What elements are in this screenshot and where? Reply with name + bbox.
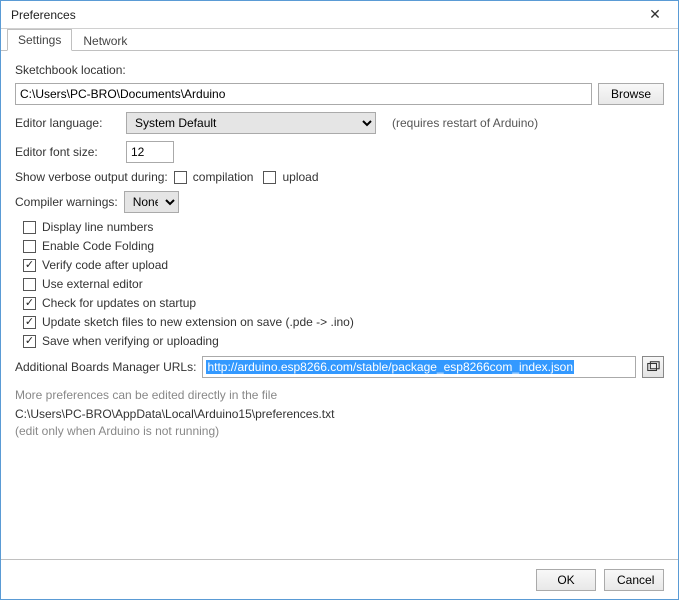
check-updates-label: Check for updates on startup <box>42 296 196 310</box>
window-icon <box>646 360 660 374</box>
language-note: (requires restart of Arduino) <box>392 116 538 130</box>
expand-urls-button[interactable] <box>642 356 664 378</box>
footer: OK Cancel <box>1 559 678 599</box>
warnings-label: Compiler warnings: <box>15 195 118 209</box>
save-verify-label: Save when verifying or uploading <box>42 334 219 348</box>
code-folding-label: Enable Code Folding <box>42 239 154 253</box>
update-ext-label: Update sketch files to new extension on … <box>42 315 354 329</box>
line-numbers-label: Display line numbers <box>42 220 153 234</box>
content: Sketchbook location: Browse Editor langu… <box>1 51 678 448</box>
cancel-button[interactable]: Cancel <box>604 569 664 591</box>
tabs: Settings Network <box>1 29 678 51</box>
warnings-select[interactable]: None <box>124 191 179 213</box>
checkbox-code-folding[interactable] <box>23 240 36 253</box>
sketchbook-path-input[interactable] <box>15 83 592 105</box>
urls-value: http://arduino.esp8266.com/stable/packag… <box>206 360 574 374</box>
close-icon[interactable]: ✕ <box>640 6 670 23</box>
sketchbook-label: Sketchbook location: <box>15 63 664 77</box>
prefs-file-path[interactable]: C:\Users\PC-BRO\AppData\Local\Arduino15\… <box>15 407 664 421</box>
browse-button[interactable]: Browse <box>598 83 664 105</box>
compilation-label: compilation <box>193 170 254 184</box>
ok-button[interactable]: OK <box>536 569 596 591</box>
urls-input[interactable]: http://arduino.esp8266.com/stable/packag… <box>202 356 636 378</box>
urls-label: Additional Boards Manager URLs: <box>15 360 196 374</box>
checkbox-line-numbers[interactable] <box>23 221 36 234</box>
upload-label: upload <box>282 170 318 184</box>
verbose-label: Show verbose output during: <box>15 170 168 184</box>
tab-settings[interactable]: Settings <box>7 29 72 51</box>
window-title: Preferences <box>11 8 76 22</box>
language-select[interactable]: System Default <box>126 112 376 134</box>
checkbox-compilation[interactable] <box>174 171 187 184</box>
tab-network[interactable]: Network <box>72 30 138 51</box>
checkbox-external-editor[interactable] <box>23 278 36 291</box>
fontsize-label: Editor font size: <box>15 145 120 159</box>
titlebar: Preferences ✕ <box>1 1 678 29</box>
more-prefs-note: More preferences can be edited directly … <box>15 388 664 402</box>
fontsize-input[interactable] <box>126 141 174 163</box>
checkbox-upload[interactable] <box>263 171 276 184</box>
checkbox-verify-upload[interactable] <box>23 259 36 272</box>
external-editor-label: Use external editor <box>42 277 143 291</box>
checkbox-save-verify[interactable] <box>23 335 36 348</box>
checkbox-update-ext[interactable] <box>23 316 36 329</box>
edit-note: (edit only when Arduino is not running) <box>15 424 664 438</box>
language-label: Editor language: <box>15 116 120 130</box>
verify-upload-label: Verify code after upload <box>42 258 168 272</box>
checkbox-check-updates[interactable] <box>23 297 36 310</box>
